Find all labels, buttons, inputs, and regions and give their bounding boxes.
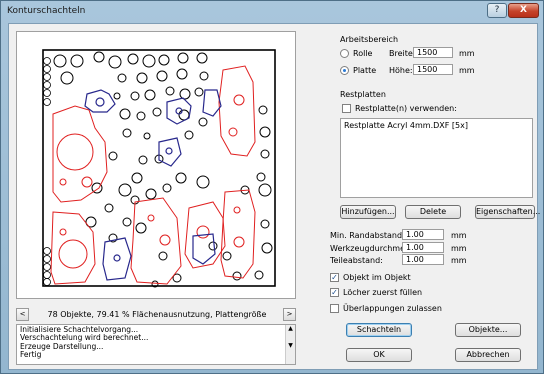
loecher-label: Löcher zuerst füllen	[343, 288, 423, 297]
werkzeug-input[interactable]: 1.00	[402, 242, 444, 253]
list-item[interactable]: Restplatte Acryl 4mm.DXF [5x]	[344, 121, 529, 130]
ueberlapp-checkbox[interactable]	[330, 304, 339, 313]
breite-label: Breite:	[389, 49, 416, 58]
nesting-canvas	[42, 49, 276, 288]
randabstand-input[interactable]: 1.00	[402, 229, 444, 240]
objekt-checkbox[interactable]: ✓	[330, 273, 339, 282]
teileabstand-label: Teileabstand:	[330, 256, 383, 265]
loecher-checkbox[interactable]: ✓	[330, 288, 339, 297]
nesting-preview	[16, 31, 296, 299]
objekte-button[interactable]: Objekte...	[455, 323, 521, 337]
platte-radio[interactable]	[340, 66, 349, 75]
objekt-label: Objekt im Objekt	[343, 273, 411, 282]
breite-input[interactable]: 1500	[413, 47, 453, 58]
close-button[interactable]: X	[508, 3, 539, 18]
rolle-label: Rolle	[353, 49, 373, 58]
left-edge-small-circles	[43, 57, 51, 286]
hoehe-unit: mm	[459, 66, 475, 75]
rolle-radio[interactable]	[340, 49, 349, 58]
ok-button[interactable]: OK	[346, 348, 412, 362]
log-box[interactable]: Initialisiere Schachtelvorgang... Versch…	[16, 324, 296, 365]
schachteln-button[interactable]: Schachteln	[346, 323, 412, 337]
title-bar: Konturschachteln ? X	[1, 1, 543, 23]
teileabstand-input[interactable]: 1.00	[402, 254, 444, 265]
dialog-window: Konturschachteln ? X < 78 Objekte, 79.41…	[0, 0, 544, 374]
status-text: 78 Objekte, 79.41 % Flächenausnutzung, P…	[47, 310, 267, 332]
breite-unit: mm	[459, 49, 475, 58]
dialog-client: < 78 Objekte, 79.41 % Flächenausnutzung,…	[8, 23, 540, 370]
log-line: Erzeuge Darstellung...	[20, 341, 104, 351]
teileabstand-unit: mm	[451, 256, 467, 265]
randabstand-unit: mm	[451, 231, 467, 240]
add-button[interactable]: Hinzufügen...	[340, 205, 396, 219]
delete-button[interactable]: Delete	[405, 205, 461, 219]
plate-outline	[42, 49, 276, 287]
next-button[interactable]: >	[283, 308, 296, 321]
prev-button[interactable]: <	[16, 308, 29, 321]
arbeitsbereich-title: Arbeitsbereich	[340, 35, 399, 44]
werkzeug-unit: mm	[451, 244, 467, 253]
log-scrollbar[interactable]: ▲ ▼	[285, 325, 295, 364]
restplatten-checkbox[interactable]	[342, 104, 351, 113]
restplatten-title: Restplatten	[340, 90, 386, 99]
hoehe-label: Höhe:	[389, 66, 413, 75]
hoehe-input[interactable]: 1500	[413, 64, 453, 75]
help-button[interactable]: ?	[487, 3, 507, 18]
abbrechen-button[interactable]: Abbrechen	[455, 348, 521, 362]
log-line: Fertig	[20, 350, 42, 360]
status-row: < 78 Objekte, 79.41 % Flächenausnutzung,…	[16, 308, 296, 332]
restplatten-list[interactable]: Restplatte Acryl 4mm.DXF [5x]	[340, 118, 533, 198]
properties-button[interactable]: Eigenschaften...	[475, 205, 540, 219]
window-title: Konturschachteln	[7, 6, 86, 16]
ueberlapp-label: Überlappungen zulassen	[343, 304, 442, 313]
randabstand-label: Min. Randabstand:	[330, 231, 405, 240]
restplatten-label: Restplatte(n) verwenden:	[355, 104, 457, 113]
platte-label: Platte	[353, 66, 377, 75]
